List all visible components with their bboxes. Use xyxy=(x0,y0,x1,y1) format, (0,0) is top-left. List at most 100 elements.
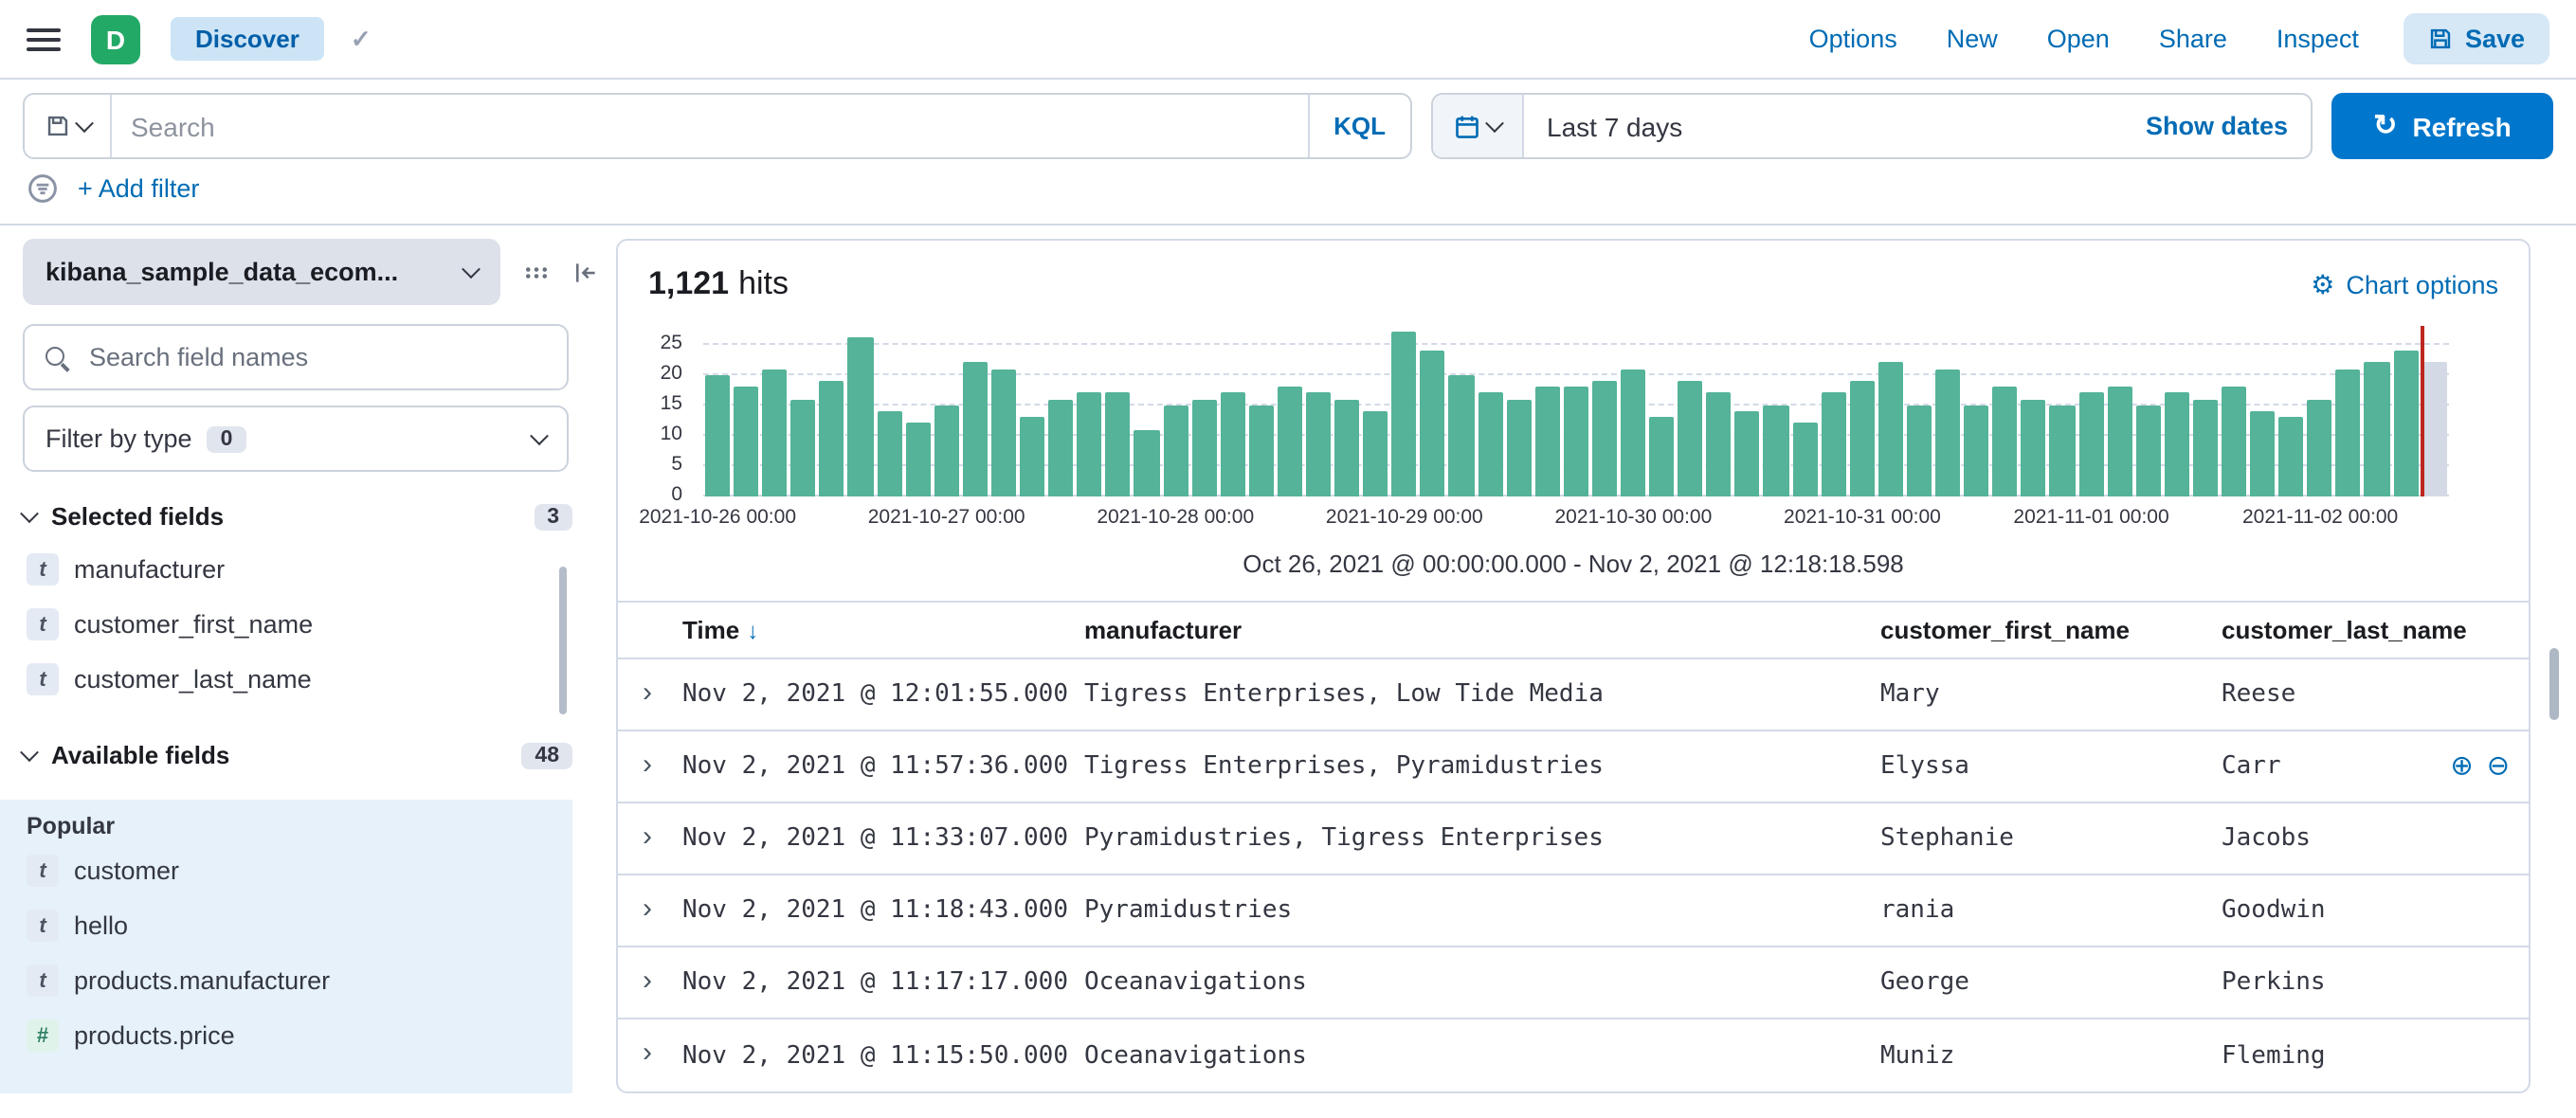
query-language-button[interactable]: KQL xyxy=(1307,95,1410,157)
nav-options[interactable]: Options xyxy=(1809,25,1897,53)
histogram-bar[interactable] xyxy=(2021,399,2046,496)
filter-by-type-select[interactable]: Filter by type 0 xyxy=(23,406,569,472)
histogram-bar[interactable] xyxy=(2335,369,2361,496)
histogram-bar[interactable] xyxy=(1420,350,1445,496)
histogram-bar[interactable] xyxy=(1020,417,1045,496)
column-header-customer-first-name[interactable]: customer_first_name xyxy=(1880,616,2222,644)
sort-desc-icon[interactable]: ↓ xyxy=(747,618,758,644)
histogram-bar[interactable] xyxy=(1649,417,1675,496)
histogram-bar[interactable] xyxy=(1534,387,1560,496)
histogram-bar[interactable] xyxy=(2393,350,2419,496)
available-fields-header[interactable]: Available fields 48 xyxy=(20,741,572,769)
histogram-bar[interactable] xyxy=(1621,369,1646,496)
grid-dots-icon[interactable] xyxy=(523,259,550,285)
expand-row-button[interactable]: › xyxy=(643,749,652,778)
field-search-input[interactable] xyxy=(85,341,548,373)
histogram-bar[interactable] xyxy=(934,405,959,496)
chart-options-button[interactable]: ⚙ Chart options xyxy=(2311,270,2498,298)
histogram-bar[interactable] xyxy=(705,374,731,496)
histogram-bar[interactable] xyxy=(1878,362,1903,496)
histogram-bar[interactable] xyxy=(2364,362,2390,496)
histogram-bar[interactable] xyxy=(1792,423,1818,496)
histogram-bar[interactable] xyxy=(1105,392,1131,496)
histogram-bar[interactable] xyxy=(1964,405,1989,496)
saved-query-button[interactable] xyxy=(25,95,112,157)
histogram-bar[interactable] xyxy=(790,399,816,496)
expand-row-button[interactable]: › xyxy=(643,677,652,706)
expand-row-button[interactable]: › xyxy=(643,965,652,994)
histogram-bar[interactable] xyxy=(2078,392,2104,496)
filter-out-value-icon[interactable]: ⊖ xyxy=(2487,752,2510,781)
breadcrumb-discover[interactable]: Discover xyxy=(171,17,324,61)
histogram-bar[interactable] xyxy=(2192,399,2218,496)
filter-for-value-icon[interactable]: ⊕ xyxy=(2450,752,2473,781)
histogram-bar[interactable] xyxy=(962,362,988,496)
column-header-customer-last-name[interactable]: customer_last_name xyxy=(2222,616,2529,644)
nav-new[interactable]: New xyxy=(1947,25,1998,53)
histogram-bar[interactable] xyxy=(1935,369,1961,496)
histogram-bar[interactable] xyxy=(1763,405,1789,496)
histogram-bar[interactable] xyxy=(1706,392,1732,496)
field-item[interactable]: t customer_last_name xyxy=(0,652,599,707)
histogram-bar[interactable] xyxy=(1191,399,1217,496)
field-item[interactable]: t customer_first_name xyxy=(0,597,599,652)
field-item[interactable]: # products.price xyxy=(0,1008,572,1063)
nav-share[interactable]: Share xyxy=(2159,25,2227,53)
show-dates-button[interactable]: Show dates xyxy=(2146,112,2311,140)
histogram-bar[interactable] xyxy=(1077,392,1102,496)
histogram-bar[interactable] xyxy=(1048,399,1074,496)
field-item[interactable]: t manufacturer xyxy=(0,542,599,597)
histogram-bar[interactable] xyxy=(1906,405,1932,496)
histogram-bar[interactable] xyxy=(990,369,1017,496)
histogram-bar[interactable] xyxy=(1448,374,1475,496)
filter-sets-icon[interactable] xyxy=(27,172,59,205)
histogram-bar[interactable] xyxy=(1734,411,1760,496)
menu-icon[interactable] xyxy=(27,27,61,50)
expand-row-button[interactable]: › xyxy=(643,821,652,850)
expand-row-button[interactable]: › xyxy=(643,1038,652,1067)
column-header-manufacturer[interactable]: manufacturer xyxy=(1084,616,1880,644)
save-button[interactable]: Save xyxy=(2404,13,2549,64)
deployment-avatar[interactable]: D xyxy=(91,14,140,63)
histogram-bar[interactable] xyxy=(1478,392,1503,496)
quick-select-button[interactable] xyxy=(1433,95,1524,157)
histogram-bar[interactable] xyxy=(1163,405,1188,496)
histogram-bar[interactable] xyxy=(2164,392,2189,496)
selected-fields-header[interactable]: Selected fields 3 xyxy=(20,502,572,531)
histogram-bar[interactable] xyxy=(1334,399,1360,496)
histogram-bar[interactable] xyxy=(1248,405,1274,496)
histogram-bar[interactable] xyxy=(1992,387,2018,496)
time-range-value[interactable]: Last 7 days xyxy=(1524,111,2146,141)
nav-inspect[interactable]: Inspect xyxy=(2277,25,2359,53)
expand-row-button[interactable]: › xyxy=(643,893,652,922)
nav-open[interactable]: Open xyxy=(2047,25,2110,53)
column-header-time[interactable]: Time ↓ xyxy=(682,616,1084,644)
histogram-bar[interactable] xyxy=(2221,387,2247,496)
sidebar-scrollbar[interactable] xyxy=(559,567,567,714)
add-filter-button[interactable]: + Add filter xyxy=(78,174,199,203)
histogram-bar[interactable] xyxy=(1678,380,1703,496)
histogram-bar[interactable] xyxy=(1563,387,1588,496)
histogram-bar[interactable] xyxy=(847,337,874,496)
index-pattern-select[interactable]: kibana_sample_data_ecom... xyxy=(23,239,500,305)
histogram-bar[interactable] xyxy=(1506,399,1532,496)
histogram-bar[interactable] xyxy=(762,369,788,496)
histogram-bar[interactable] xyxy=(1391,332,1417,496)
histogram-bar[interactable] xyxy=(1821,392,1846,496)
collapse-sidebar-icon[interactable] xyxy=(572,259,599,285)
field-item[interactable]: t hello xyxy=(0,898,572,953)
field-item[interactable]: t customer xyxy=(0,843,572,898)
histogram-bar[interactable] xyxy=(877,411,902,496)
histogram-bar[interactable] xyxy=(2278,417,2304,496)
histogram-bar[interactable] xyxy=(819,380,844,496)
histogram-bar[interactable] xyxy=(1363,411,1388,496)
histogram-bar[interactable] xyxy=(1591,380,1617,496)
histogram-bar[interactable] xyxy=(1849,380,1875,496)
histogram-bar[interactable] xyxy=(2049,405,2075,496)
histogram-bar[interactable] xyxy=(2307,399,2332,496)
search-input[interactable] xyxy=(112,95,1308,157)
histogram-bar[interactable] xyxy=(1277,387,1302,496)
histogram-bar[interactable] xyxy=(2107,387,2132,496)
page-scrollbar[interactable] xyxy=(2549,648,2559,720)
histogram-bar[interactable] xyxy=(2250,411,2276,496)
